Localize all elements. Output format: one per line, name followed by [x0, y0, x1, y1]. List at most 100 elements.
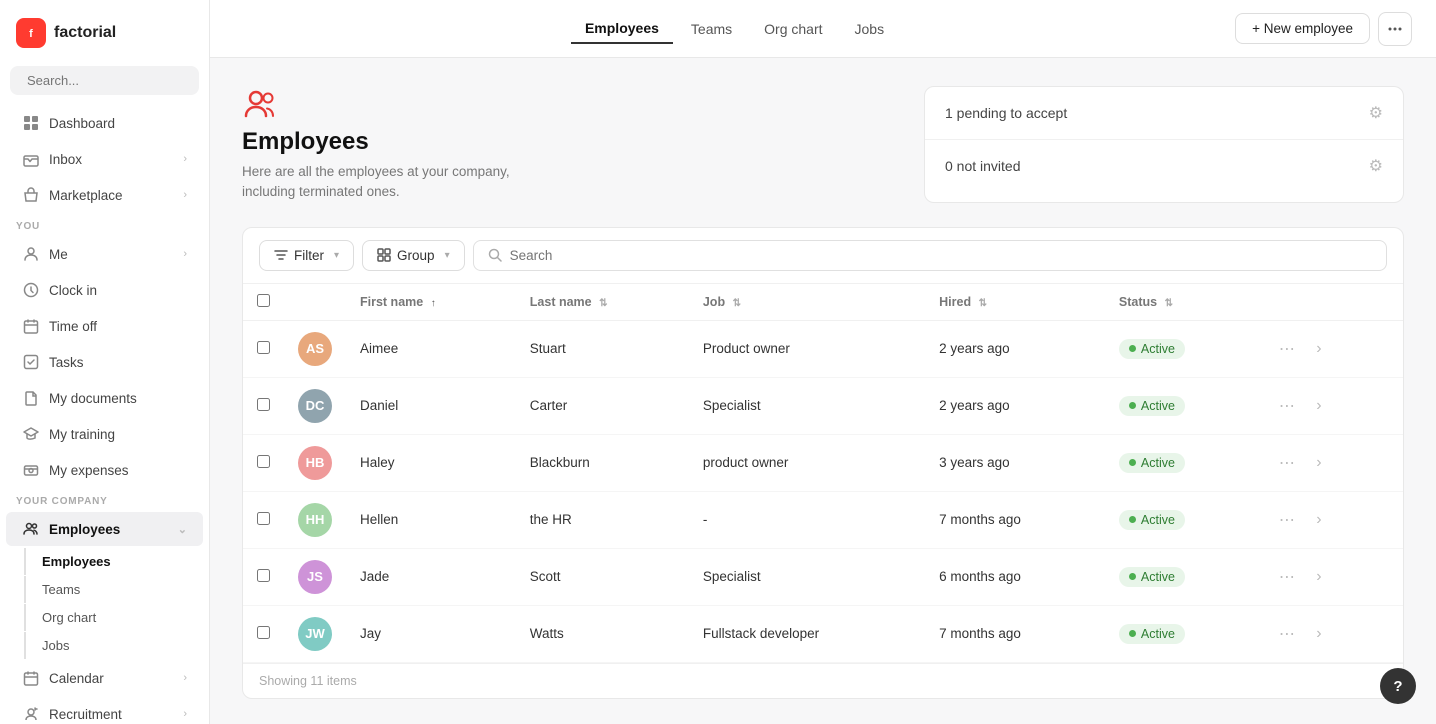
hired-cell: 3 years ago	[925, 434, 1105, 491]
my-training-label: My training	[49, 427, 115, 442]
recruitment-chevron: ›	[183, 708, 187, 720]
sidebar-item-marketplace[interactable]: Marketplace ›	[6, 178, 203, 212]
status-badge: Active	[1119, 396, 1185, 416]
first-name-cell: Jay	[346, 605, 516, 662]
first-name-col-header[interactable]: First name ↑	[346, 284, 516, 321]
sidebar-item-clock-in[interactable]: Clock in	[6, 273, 203, 307]
job-cell: -	[689, 491, 925, 548]
row-navigate-button[interactable]: ›	[1305, 563, 1333, 591]
topnav-link-jobs[interactable]: Jobs	[841, 15, 899, 43]
clock-in-label: Clock in	[49, 283, 97, 298]
hired-sort-icon: ⇅	[979, 298, 987, 309]
job-cell: product owner	[689, 434, 925, 491]
row-checkbox-3[interactable]	[257, 512, 270, 525]
sidebar-item-my-training[interactable]: My training	[6, 417, 203, 451]
training-icon	[22, 425, 40, 443]
row-navigate-button[interactable]: ›	[1305, 620, 1333, 648]
employees-chevron: ⌄	[178, 523, 187, 536]
filter-button[interactable]: Filter ▾	[259, 240, 354, 271]
sidebar-item-my-expenses[interactable]: My expenses	[6, 453, 203, 487]
row-checkbox-1[interactable]	[257, 398, 270, 411]
sidebar-item-recruitment[interactable]: Recruitment ›	[6, 697, 203, 724]
svg-text:f: f	[29, 28, 33, 40]
row-navigate-button[interactable]: ›	[1305, 449, 1333, 477]
main-content: Employees Teams Org chart Jobs + New emp…	[210, 0, 1436, 724]
pending-gear-icon[interactable]: ⚙	[1369, 103, 1383, 123]
table-search-icon	[488, 248, 502, 262]
actions-col-header	[1259, 284, 1403, 321]
row-checkbox-2[interactable]	[257, 455, 270, 468]
search-bar[interactable]: ⌘K	[10, 66, 199, 95]
subnav-employees[interactable]: Employees	[34, 548, 203, 575]
info-card-not-invited: 0 not invited ⚙	[925, 140, 1403, 192]
sidebar-item-dashboard[interactable]: Dashboard	[6, 106, 203, 140]
employees-label: Employees	[49, 522, 120, 537]
table-search-input[interactable]	[510, 248, 1372, 263]
row-checkbox-0[interactable]	[257, 341, 270, 354]
status-cell: Active	[1105, 605, 1259, 662]
row-navigate-button[interactable]: ›	[1305, 392, 1333, 420]
row-more-button[interactable]: ⋯	[1273, 506, 1301, 534]
table-footer: Showing 11 items	[243, 663, 1403, 698]
my-documents-label: My documents	[49, 391, 137, 406]
subnav-jobs[interactable]: Jobs	[34, 632, 203, 659]
sidebar-item-calendar[interactable]: Calendar ›	[6, 661, 203, 695]
topnav-link-employees[interactable]: Employees	[571, 14, 673, 44]
sidebar-item-my-documents[interactable]: My documents	[6, 381, 203, 415]
avatar: AS	[298, 332, 332, 366]
row-navigate-button[interactable]: ›	[1305, 335, 1333, 363]
table-row: DC Daniel Carter Specialist 2 years ago …	[243, 377, 1403, 434]
job-col-header[interactable]: Job ⇅	[689, 284, 925, 321]
row-checkbox-cell	[243, 377, 284, 434]
subnav-teams[interactable]: Teams	[34, 576, 203, 603]
dashboard-label: Dashboard	[49, 116, 115, 131]
more-options-button[interactable]	[1378, 12, 1412, 46]
table-row: JW Jay Watts Fullstack developer 7 month…	[243, 605, 1403, 662]
search-input[interactable]	[27, 73, 203, 88]
row-actions-cell: ⋯ ›	[1259, 434, 1403, 491]
status-cell: Active	[1105, 434, 1259, 491]
employees-page-icon	[242, 86, 278, 122]
row-checkbox-5[interactable]	[257, 626, 270, 639]
row-actions: ⋯ ›	[1273, 563, 1389, 591]
sidebar-item-me[interactable]: Me ›	[6, 237, 203, 271]
doc-icon	[22, 389, 40, 407]
select-all-checkbox[interactable]	[257, 294, 270, 307]
row-more-button[interactable]: ⋯	[1273, 449, 1301, 477]
hired-col-header[interactable]: Hired ⇅	[925, 284, 1105, 321]
row-more-button[interactable]: ⋯	[1273, 335, 1301, 363]
status-badge: Active	[1119, 510, 1185, 530]
status-cell: Active	[1105, 320, 1259, 377]
new-employee-button[interactable]: + New employee	[1235, 13, 1370, 44]
logo: f factorial	[0, 0, 209, 62]
status-col-header[interactable]: Status ⇅	[1105, 284, 1259, 321]
status-dot	[1129, 516, 1136, 523]
sidebar-item-inbox[interactable]: Inbox ›	[6, 142, 203, 176]
group-button[interactable]: Group ▾	[362, 240, 465, 271]
avatar-cell: HH	[284, 491, 346, 548]
clock-icon	[22, 281, 40, 299]
logo-icon: f	[16, 18, 46, 48]
topnav-link-org-chart[interactable]: Org chart	[750, 15, 836, 43]
topnav-link-teams[interactable]: Teams	[677, 15, 746, 43]
row-more-button[interactable]: ⋯	[1273, 620, 1301, 648]
first-name-cell: Aimee	[346, 320, 516, 377]
last-name-col-header[interactable]: Last name ⇅	[516, 284, 689, 321]
page-title-section: Employees Here are all the employees at …	[242, 86, 900, 203]
row-more-button[interactable]: ⋯	[1273, 563, 1301, 591]
grid-icon	[22, 114, 40, 132]
sidebar-item-time-off[interactable]: Time off	[6, 309, 203, 343]
select-all-col	[243, 284, 284, 321]
row-more-button[interactable]: ⋯	[1273, 392, 1301, 420]
row-actions-cell: ⋯ ›	[1259, 548, 1403, 605]
sidebar-item-employees[interactable]: Employees ⌄	[6, 512, 203, 546]
expense-icon	[22, 461, 40, 479]
row-checkbox-4[interactable]	[257, 569, 270, 582]
not-invited-gear-icon[interactable]: ⚙	[1369, 156, 1383, 176]
subnav-org-chart[interactable]: Org chart	[34, 604, 203, 631]
sidebar-item-tasks[interactable]: Tasks	[6, 345, 203, 379]
row-actions: ⋯ ›	[1273, 449, 1389, 477]
help-button[interactable]: ?	[1380, 668, 1416, 704]
row-navigate-button[interactable]: ›	[1305, 506, 1333, 534]
table-search-field[interactable]	[473, 240, 1387, 271]
